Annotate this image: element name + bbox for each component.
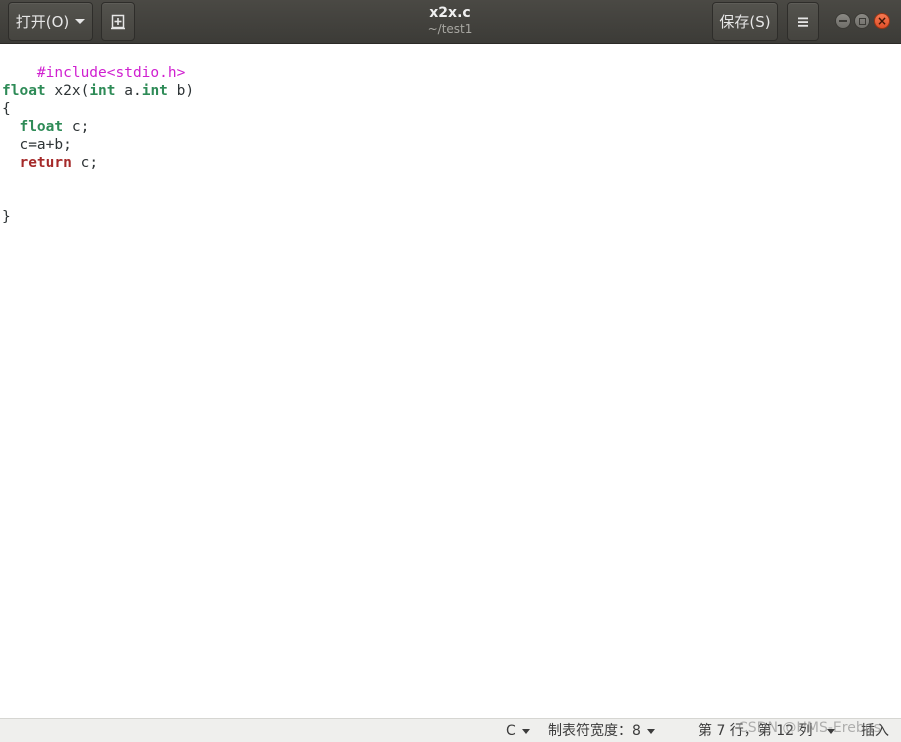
code-line-1: #include<stdio.h> xyxy=(2,46,185,81)
type-keyword: float xyxy=(2,83,46,99)
return-keyword: return xyxy=(19,155,72,171)
open-button[interactable]: 打开(O) xyxy=(8,2,93,41)
chevron-down-icon xyxy=(646,728,655,734)
window-title: x2x.c xyxy=(429,5,471,21)
status-bar: C 制表符宽度：8 第 7 行，第 12 列 插入 CSDN @HMS-Ereb… xyxy=(0,718,901,742)
code-text: c=a+b; xyxy=(2,137,72,153)
menu-button[interactable] xyxy=(787,2,819,41)
language-selector[interactable]: C xyxy=(506,722,530,740)
code-text: b) xyxy=(167,83,195,99)
maximize-button[interactable] xyxy=(854,13,870,29)
code-line-4: { xyxy=(2,100,11,118)
close-icon: × xyxy=(876,14,888,28)
minimize-button[interactable] xyxy=(835,13,851,29)
watermark: CSDN @HMS-Erebus xyxy=(738,720,881,736)
code-line-6: c=a+b; xyxy=(2,136,72,154)
hamburger-menu-icon xyxy=(798,17,808,27)
open-button-label: 打开(O) xyxy=(15,13,70,31)
code-text: } xyxy=(2,209,11,225)
type-keyword: float xyxy=(19,119,64,135)
new-document-icon xyxy=(111,14,125,29)
code-text: a. xyxy=(115,83,142,99)
save-button-label: 保存(S) xyxy=(719,13,771,31)
type-keyword: int xyxy=(89,83,116,99)
code-text: c; xyxy=(71,155,99,171)
chevron-down-icon xyxy=(75,19,86,24)
code-text: { xyxy=(2,101,11,117)
minimize-icon xyxy=(839,20,847,22)
new-document-button[interactable] xyxy=(101,2,135,41)
code-text: c; xyxy=(63,119,90,135)
code-text: x2x( xyxy=(45,83,90,99)
chevron-down-icon xyxy=(521,728,530,734)
language-label: C xyxy=(506,723,516,739)
header-bar: 打开(O) x2x.c ~/test1 保存(S) × xyxy=(0,0,901,44)
save-button[interactable]: 保存(S) xyxy=(712,2,778,41)
code-line-3: float x2x(int a.int b) xyxy=(2,82,194,100)
code-line-7: return c; xyxy=(2,154,98,172)
code-line-5: float c; xyxy=(2,118,89,136)
close-button[interactable]: × xyxy=(874,13,890,29)
code-editor[interactable]: #include<stdio.h> float x2x(int a.int b)… xyxy=(0,45,901,718)
window-subtitle: ~/test1 xyxy=(427,22,473,36)
preprocessor-directive: #include<stdio.h> xyxy=(36,65,186,81)
maximize-icon xyxy=(858,17,866,25)
tab-width-label: 制表符宽度：8 xyxy=(548,723,641,739)
code-line-10: } xyxy=(2,208,11,226)
window-title-area: x2x.c ~/test1 xyxy=(300,4,600,37)
tab-width-selector[interactable]: 制表符宽度：8 xyxy=(548,722,655,740)
type-keyword: int xyxy=(141,83,168,99)
